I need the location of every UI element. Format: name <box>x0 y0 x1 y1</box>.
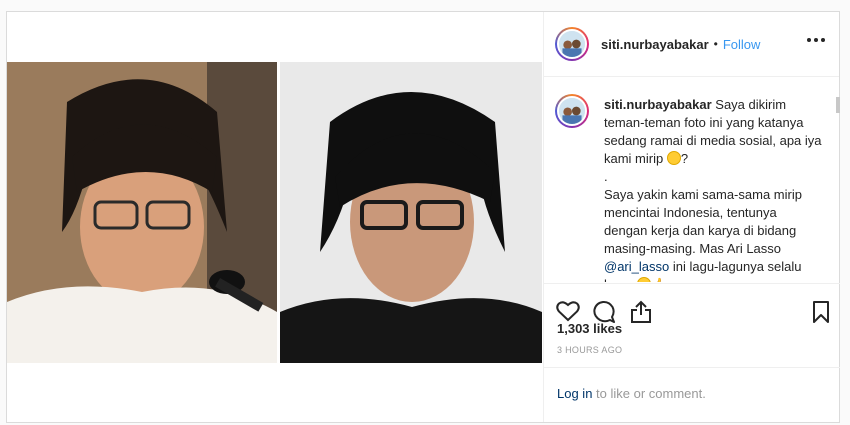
header-username[interactable]: siti.nurbayabakar <box>601 37 709 52</box>
post-header: siti.nurbayabakar • Follow <box>544 12 839 77</box>
photo-man <box>280 62 542 363</box>
avatar[interactable] <box>555 27 589 61</box>
smile-emoji-icon <box>666 151 681 165</box>
login-link[interactable]: Log in <box>557 386 592 401</box>
share-icon[interactable] <box>630 300 652 329</box>
post-timestamp[interactable]: 3 HOURS AGO <box>557 345 622 355</box>
post-sidebar: siti.nurbayabakar • Follow siti.nurbayab… <box>543 12 840 422</box>
post-media <box>7 12 542 422</box>
likes-count[interactable]: 1,303 likes <box>557 321 622 336</box>
caption-scrollbar[interactable] <box>836 97 840 113</box>
smile-emoji-icon-2 <box>636 277 651 282</box>
header-separator: • <box>713 37 718 51</box>
comments-area: siti.nurbayabakar Saya dikirim teman-tem… <box>544 78 840 282</box>
instagram-post: siti.nurbayabakar • Follow siti.nurbayab… <box>6 11 840 423</box>
login-suffix: to like or comment. <box>596 386 706 401</box>
caption-username[interactable]: siti.nurbayabakar <box>604 97 712 112</box>
caption-text-2: Saya yakin kami sama-sama mirip mencinta… <box>604 187 802 256</box>
caption-dot: . <box>604 169 608 184</box>
caption-text-1-end: ? <box>680 151 689 166</box>
login-prompt: Log in to like or comment. <box>544 367 840 422</box>
post-caption: siti.nurbayabakar Saya dikirim teman-tem… <box>604 96 822 282</box>
photo-woman <box>7 62 277 363</box>
more-horizontal-icon[interactable] <box>807 38 825 42</box>
bookmark-icon[interactable] <box>812 300 830 329</box>
thumbs-up-emoji-icon: 👍 <box>651 276 667 282</box>
caption-avatar[interactable] <box>555 94 589 128</box>
follow-button[interactable]: Follow <box>723 37 761 52</box>
mention-link[interactable]: @ari_lasso <box>604 259 669 274</box>
